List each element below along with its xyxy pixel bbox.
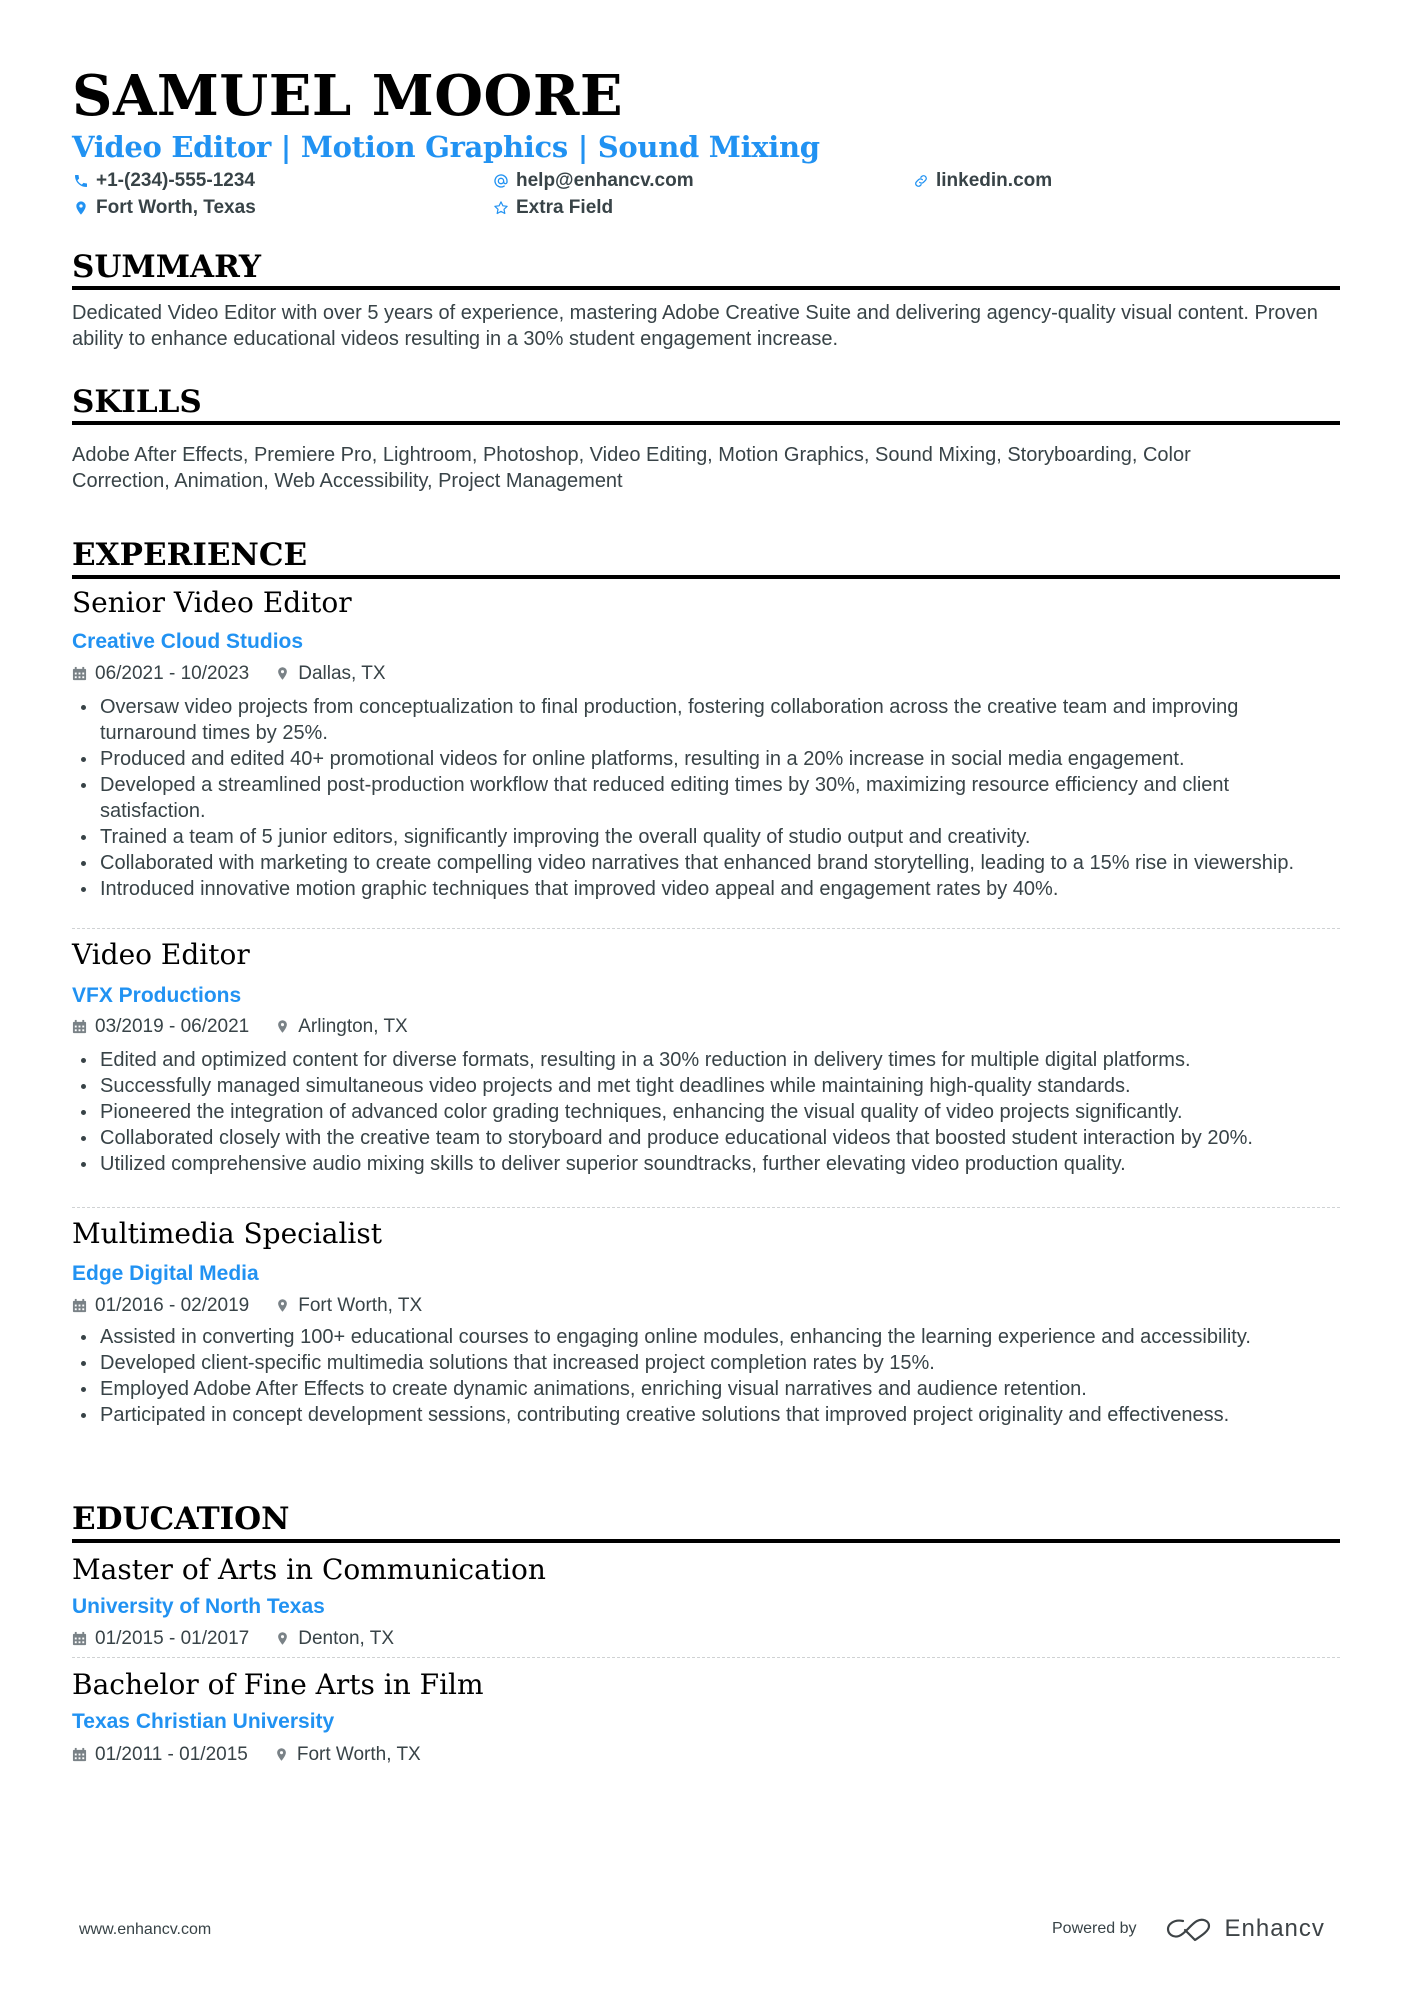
contact-extra: Extra Field xyxy=(492,196,613,220)
location-pin-icon xyxy=(72,199,90,217)
skills-text: Adobe After Effects, Premiere Pro, Light… xyxy=(72,444,1191,492)
job-title: Multimedia Specialist xyxy=(72,1217,382,1250)
job-bullets: Edited and optimized content for diverse… xyxy=(72,1047,1340,1177)
star-icon xyxy=(492,199,510,217)
education-heading: EDUCATION xyxy=(72,1501,290,1537)
calendar-icon xyxy=(72,1298,88,1314)
degree-title: Master of Arts in Communication xyxy=(72,1553,546,1586)
contact-linkedin[interactable]: linkedin.com xyxy=(912,169,1052,193)
bullet-item: Collaborated closely with the creative t… xyxy=(72,1125,1340,1151)
summary-divider xyxy=(72,286,1340,290)
bullet-item: Utilized comprehensive audio mixing skil… xyxy=(72,1151,1340,1177)
job-location: Arlington, TX xyxy=(298,1016,408,1037)
powered-by-label: Powered by xyxy=(1052,1920,1137,1937)
footer-powered-by: Powered by Enhancv xyxy=(1052,1915,1325,1943)
bullet-item: Employed Adobe After Effects to create d… xyxy=(72,1376,1340,1402)
location-text: Fort Worth, Texas xyxy=(96,197,256,218)
summary-heading: SUMMARY xyxy=(72,249,262,285)
bullet-item: Oversaw video projects from conceptualiz… xyxy=(72,694,1340,746)
job-title: Senior Video Editor xyxy=(72,586,352,619)
location-pin-icon xyxy=(275,1298,291,1314)
link-icon xyxy=(912,172,930,190)
calendar-icon xyxy=(72,1019,88,1035)
bullet-item: Developed client-specific multimedia sol… xyxy=(72,1350,1340,1376)
enhancv-logo-icon xyxy=(1166,1918,1210,1942)
location-pin-icon xyxy=(275,1019,291,1035)
phone-icon xyxy=(72,172,90,190)
job-title: Video Editor xyxy=(72,938,250,971)
job-dates: 01/2016 - 02/2019 xyxy=(95,1295,250,1316)
footer-website[interactable]: www.enhancv.com xyxy=(79,1921,211,1939)
job-bullets: Assisted in converting 100+ educational … xyxy=(72,1324,1340,1428)
company-name: VFX Productions xyxy=(72,984,242,1007)
bullet-item: Successfully managed simultaneous video … xyxy=(72,1073,1340,1099)
education-dates: 01/2011 - 01/2015 xyxy=(95,1744,248,1765)
education-meta: 01/2015 - 01/2017 Denton, TX xyxy=(72,1627,394,1651)
job-dates: 06/2021 - 10/2023 xyxy=(95,663,250,684)
bullet-item: Edited and optimized content for diverse… xyxy=(72,1047,1340,1073)
school-name: Texas Christian University xyxy=(72,1710,335,1733)
job-location: Fort Worth, TX xyxy=(298,1295,423,1316)
email-text[interactable]: help@enhancv.com xyxy=(516,170,694,192)
contact-phone: +1-(234)-555-1234 xyxy=(72,169,255,193)
job-meta: 06/2021 - 10/2023 Dallas, TX xyxy=(72,662,386,686)
bullet-item: Assisted in converting 100+ educational … xyxy=(72,1324,1340,1350)
job-bullets: Oversaw video projects from conceptualiz… xyxy=(72,694,1340,902)
extra-field-text: Extra Field xyxy=(516,197,614,218)
phone-text: +1-(234)-555-1234 xyxy=(96,170,255,191)
education-location: Denton, TX xyxy=(298,1628,395,1649)
linkedin-text[interactable]: linkedin.com xyxy=(936,170,1052,192)
bullet-item: Trained a team of 5 junior editors, sign… xyxy=(72,824,1340,850)
skills-divider xyxy=(72,421,1340,425)
experience-divider xyxy=(72,575,1340,579)
bullet-item: Collaborated with marketing to create co… xyxy=(72,850,1340,876)
experience-heading: EXPERIENCE xyxy=(72,537,308,573)
summary-text: Dedicated Video Editor with over 5 years… xyxy=(72,302,1318,350)
education-location: Fort Worth, TX xyxy=(296,1744,421,1765)
job-meta: 03/2019 - 06/2021 Arlington, TX xyxy=(72,1015,408,1039)
school-name: University of North Texas xyxy=(72,1595,325,1618)
company-name: Edge Digital Media xyxy=(72,1262,259,1285)
education-meta: 01/2011 - 01/2015 Fort Worth, TX xyxy=(72,1743,421,1767)
bullet-item: Introduced innovative motion graphic tec… xyxy=(72,876,1340,902)
calendar-icon xyxy=(72,1747,88,1763)
skills-heading: SKILLS xyxy=(72,384,202,420)
location-pin-icon xyxy=(274,1747,290,1763)
candidate-title: Video Editor | Motion Graphics | Sound M… xyxy=(72,130,820,164)
location-pin-icon xyxy=(275,1631,291,1647)
degree-title: Bachelor of Fine Arts in Film xyxy=(72,1668,484,1701)
bullet-item: Pioneered the integration of advanced co… xyxy=(72,1099,1340,1125)
calendar-icon xyxy=(72,666,88,682)
entry-separator xyxy=(72,1657,1340,1658)
company-name: Creative Cloud Studios xyxy=(72,630,304,653)
bullet-item: Participated in concept development sess… xyxy=(72,1402,1340,1428)
job-dates: 03/2019 - 06/2021 xyxy=(95,1016,250,1037)
at-sign-icon xyxy=(492,172,510,190)
job-meta: 01/2016 - 02/2019 Fort Worth, TX xyxy=(72,1294,422,1318)
education-divider xyxy=(72,1539,1340,1543)
bullet-item: Developed a streamlined post-production … xyxy=(72,772,1340,824)
contact-email[interactable]: help@enhancv.com xyxy=(492,169,694,193)
calendar-icon xyxy=(72,1631,88,1647)
entry-separator xyxy=(72,928,1340,929)
enhancv-brand: Enhancv xyxy=(1224,1915,1325,1942)
location-pin-icon xyxy=(275,666,291,682)
education-dates: 01/2015 - 01/2017 xyxy=(95,1628,250,1649)
entry-separator xyxy=(72,1207,1340,1208)
contact-location: Fort Worth, Texas xyxy=(72,196,256,220)
job-location: Dallas, TX xyxy=(298,663,386,684)
candidate-name: SAMUEL MOORE xyxy=(72,63,624,129)
bullet-item: Produced and edited 40+ promotional vide… xyxy=(72,746,1340,772)
